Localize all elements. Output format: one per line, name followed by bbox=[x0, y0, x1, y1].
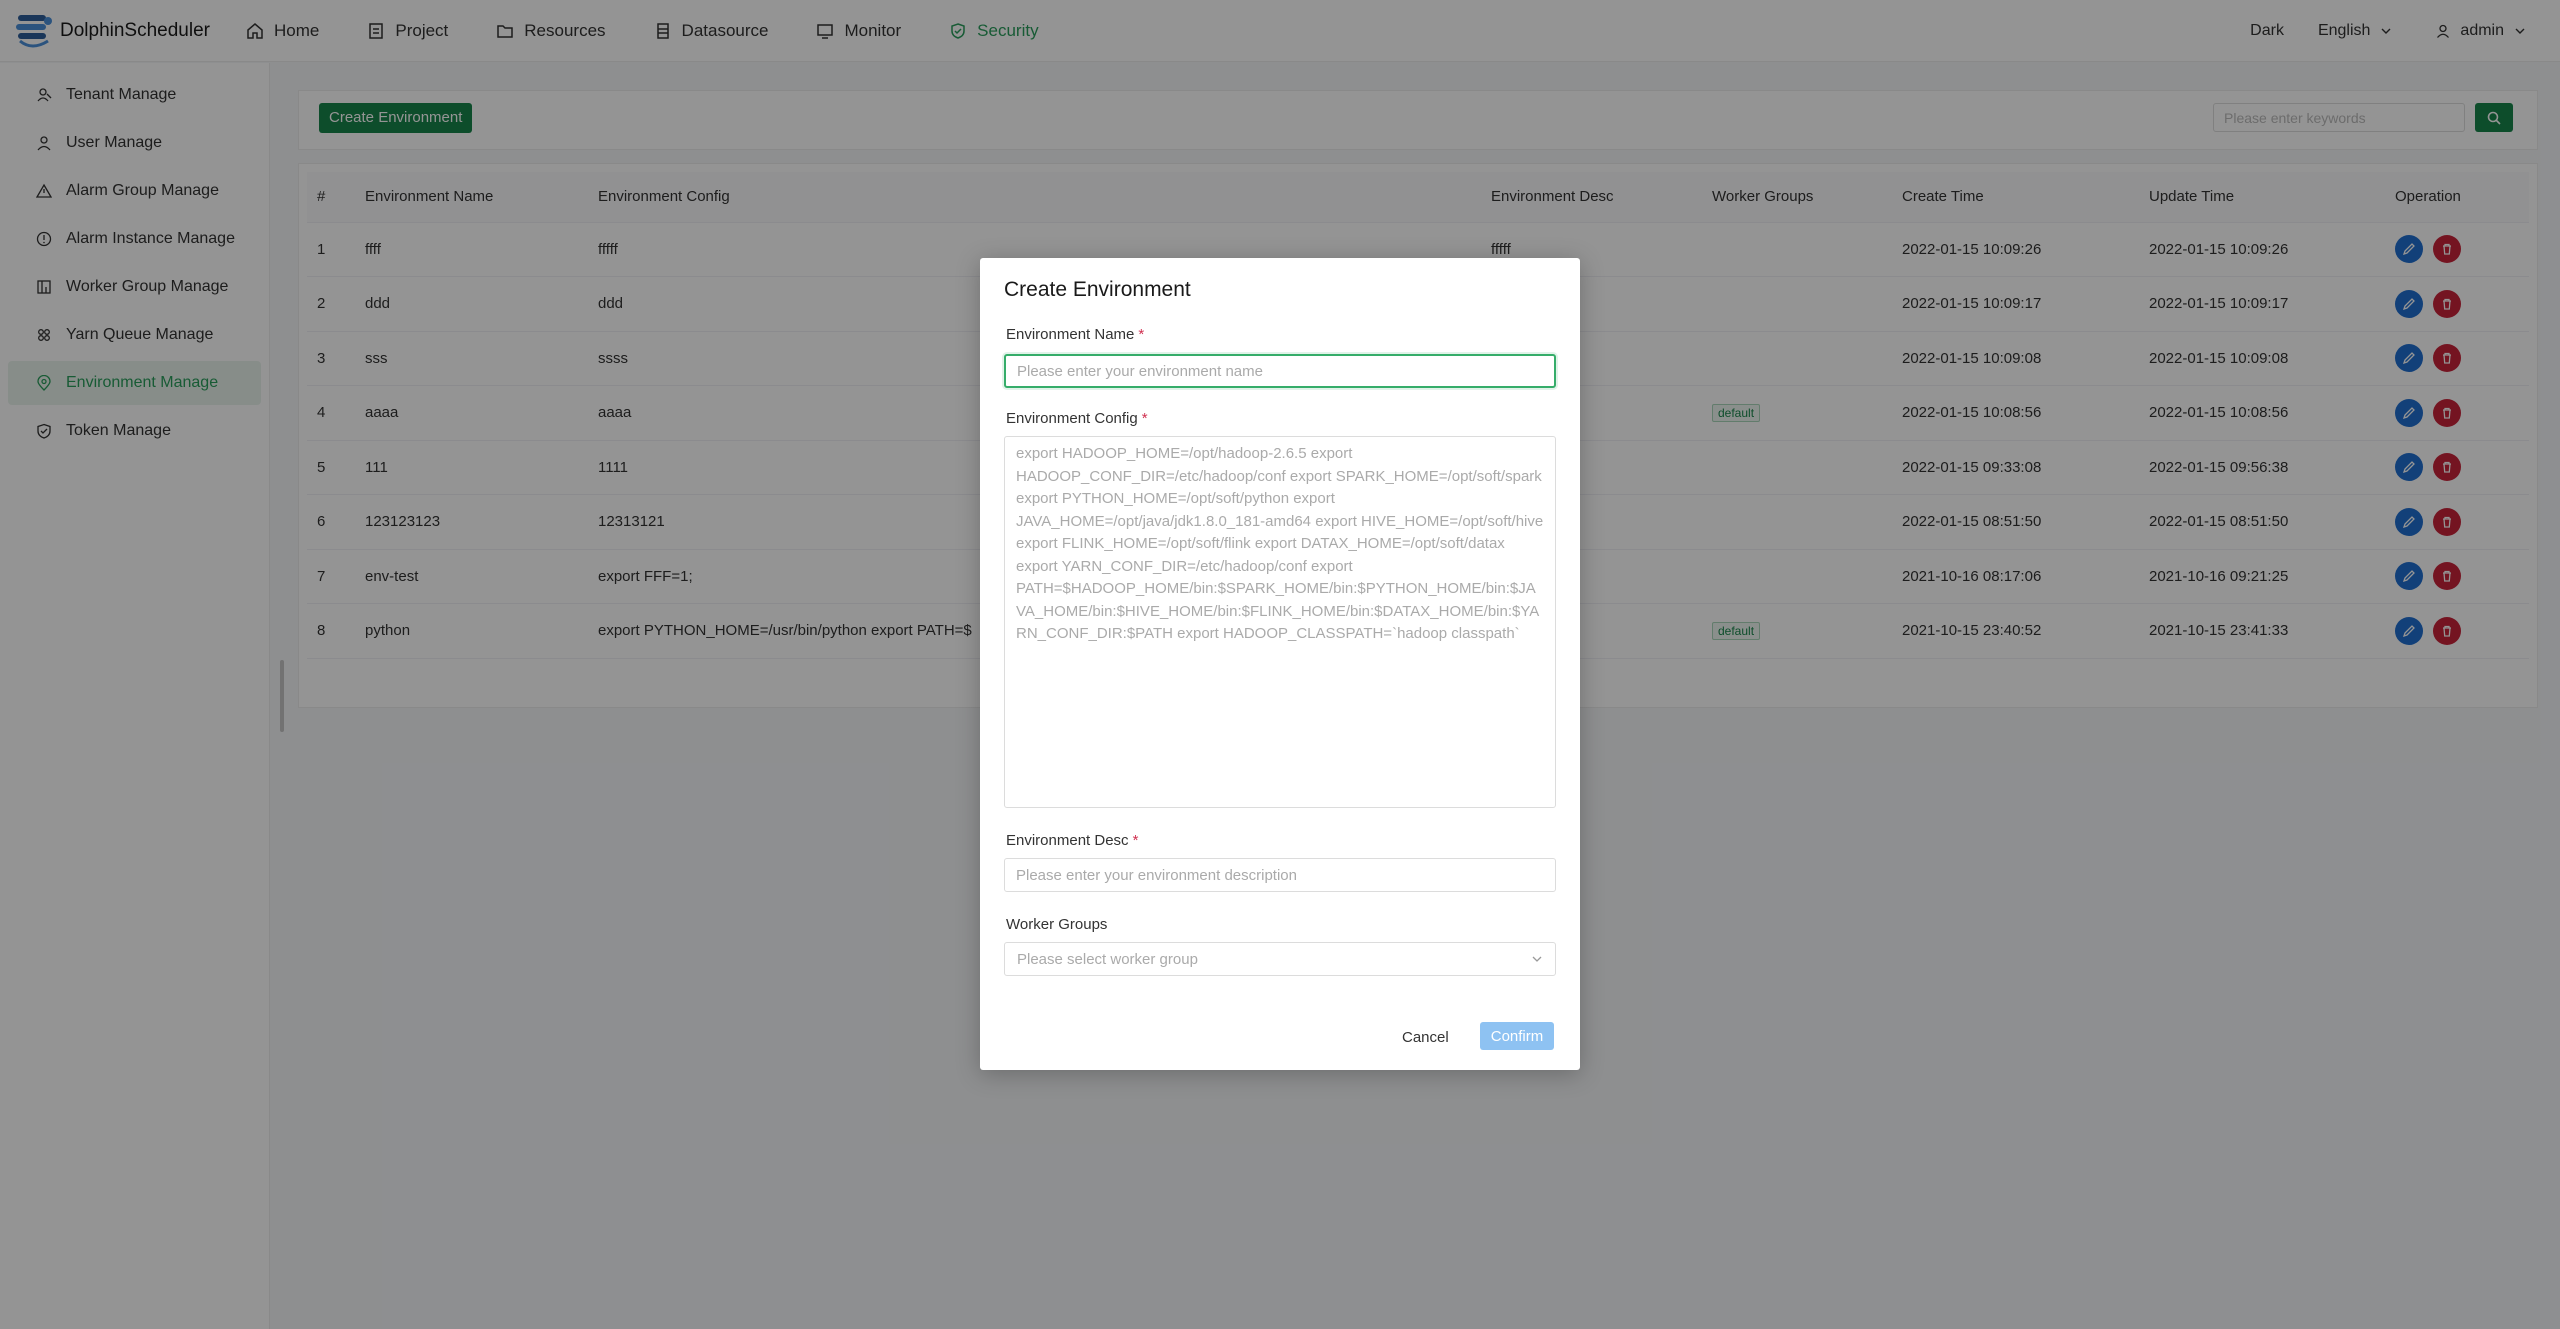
worker-groups-placeholder: Please select worker group bbox=[1017, 950, 1198, 968]
environment-desc-input[interactable] bbox=[1004, 858, 1556, 892]
create-environment-dialog: Create Environment Environment Name* Env… bbox=[980, 258, 1580, 1070]
required-mark: * bbox=[1141, 410, 1148, 427]
environment-name-input[interactable] bbox=[1004, 354, 1556, 388]
chevron-down-icon bbox=[1532, 956, 1542, 962]
environment-config-label: Environment Config * bbox=[1006, 410, 1148, 427]
worker-groups-select[interactable]: Please select worker group bbox=[1004, 942, 1556, 976]
required-mark: * bbox=[1132, 832, 1139, 849]
dialog-title: Create Environment bbox=[1004, 278, 1191, 301]
environment-config-textarea[interactable] bbox=[1004, 436, 1556, 808]
cancel-button[interactable]: Cancel bbox=[1392, 1022, 1459, 1052]
worker-groups-label: Worker Groups bbox=[1006, 916, 1108, 933]
confirm-button[interactable]: Confirm bbox=[1480, 1022, 1554, 1050]
required-mark: * bbox=[1138, 326, 1145, 343]
environment-desc-label: Environment Desc * bbox=[1006, 832, 1139, 849]
environment-name-label: Environment Name * bbox=[1006, 326, 1145, 343]
